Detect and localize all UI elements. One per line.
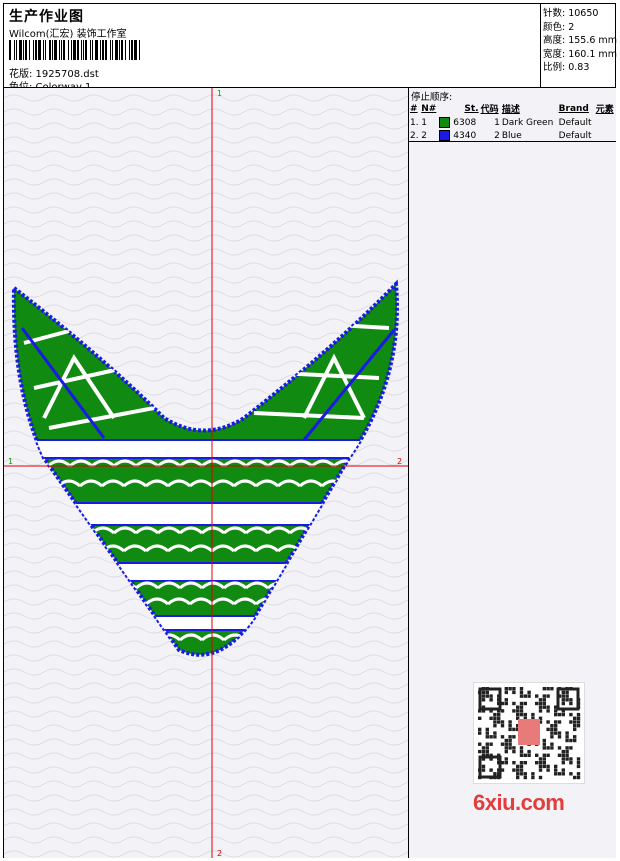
axis-label-left: 1	[8, 457, 13, 466]
stitch-count: 针数: 10650	[543, 8, 599, 19]
design-canvas: 1 2 1 2	[4, 88, 409, 858]
axis-label-bottom: 2	[217, 849, 222, 858]
design-scale: 比例: 0.83	[543, 62, 590, 73]
watermark-logo: 6xiu.com	[473, 790, 565, 815]
col-number: N#	[421, 103, 437, 114]
color-table: # N# St. 代码 描述 Brand 元素 1. 1 6308 1 Dark…	[409, 101, 616, 142]
color-count: 颜色: 2	[543, 21, 575, 33]
axis-label-right: 2	[397, 457, 402, 466]
header-panel: 生产作业图 Wilcom(汇宏) 装饰工作室 花版: 1925708.dst 色…	[3, 3, 616, 93]
col-index: #	[410, 103, 418, 114]
divider	[409, 141, 616, 142]
page-title: 生产作业图	[9, 9, 84, 25]
col-brand: Brand	[558, 103, 589, 114]
col-stitches: St.	[464, 103, 479, 114]
design-height: 高度: 155.6 mm	[543, 35, 617, 46]
axis-label-top: 1	[217, 89, 222, 98]
col-description: 描述	[501, 105, 520, 115]
color-swatch	[439, 117, 451, 128]
col-code: 代码	[480, 105, 499, 115]
col-element: 元素	[595, 105, 614, 115]
design-width: 宽度: 160.1 mm	[543, 48, 617, 60]
embroidery-preview: 1 2 1 2	[4, 88, 408, 858]
barcode	[9, 40, 140, 60]
table-row: 1. 1 6308 1 Dark Green Default	[410, 117, 592, 128]
color-swatch	[439, 130, 451, 141]
company-name: Wilcom(汇宏) 装饰工作室	[9, 29, 127, 40]
qr-code	[473, 682, 585, 784]
stats-panel: 针数: 10650 颜色: 2 高度: 155.6 mm 宽度: 160.1 m…	[540, 3, 617, 88]
